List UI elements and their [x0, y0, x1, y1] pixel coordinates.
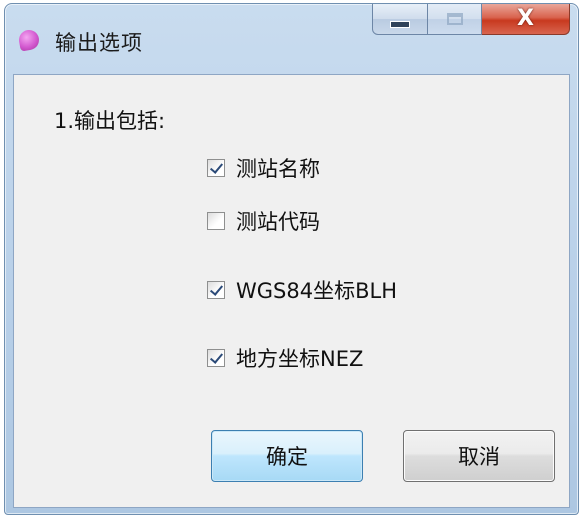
output-options-dialog: 输出选项 X 1.输出包括: 测站名称 测站代码 WGS84坐标BLH 地方坐标… [4, 3, 579, 515]
checkbox-station-code[interactable]: 测站代码 [207, 206, 320, 236]
checkbox-label: WGS84坐标BLH [236, 279, 397, 303]
checkbox-wgs84-blh[interactable]: WGS84坐标BLH [207, 275, 397, 305]
checkbox-station-name[interactable]: 测站名称 [207, 153, 320, 183]
maximize-icon [446, 13, 463, 25]
window-title: 输出选项 [55, 31, 143, 55]
ok-button[interactable]: 确定 [211, 430, 363, 482]
minimize-button[interactable] [372, 4, 428, 35]
minimize-icon [390, 20, 410, 28]
checkbox-box[interactable] [207, 212, 225, 230]
close-button[interactable]: X [482, 4, 570, 35]
close-icon: X [517, 6, 534, 31]
output-includes-label: 1.输出包括: [54, 109, 166, 133]
title-bar[interactable]: 输出选项 X [5, 4, 578, 74]
checkbox-label: 测站代码 [236, 210, 320, 234]
checkbox-box[interactable] [207, 159, 225, 177]
dialog-client-area: 1.输出包括: 测站名称 测站代码 WGS84坐标BLH 地方坐标NEZ 确定 … [13, 74, 570, 508]
cancel-button[interactable]: 取消 [403, 430, 555, 482]
checkbox-label: 地方坐标NEZ [236, 347, 364, 371]
maximize-button [428, 4, 482, 35]
checkbox-local-nez[interactable]: 地方坐标NEZ [207, 343, 363, 373]
checkbox-label: 测站名称 [236, 157, 320, 181]
app-icon [17, 28, 41, 52]
checkbox-box[interactable] [207, 349, 225, 367]
checkbox-box[interactable] [207, 281, 225, 299]
caption-buttons: X [372, 4, 570, 35]
